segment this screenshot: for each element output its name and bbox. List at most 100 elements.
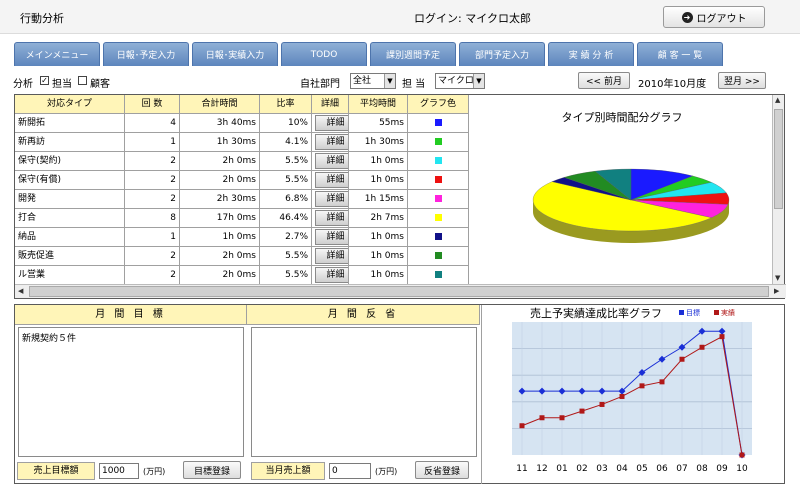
col-color: グラフ色 — [408, 95, 469, 114]
detail-cell: 詳細 — [312, 247, 349, 266]
table-row: 納品 1 1h 0ms 2.7% 詳細 1h 0ms — [15, 228, 469, 247]
tab-weekly-plan[interactable]: 課別週間予定 — [370, 42, 456, 66]
cell-total: 2h 0ms — [180, 171, 260, 190]
table-row: ル営業 2 2h 0ms 5.5% 詳細 1h 0ms — [15, 266, 469, 285]
arrow-right-icon: ➜ — [681, 11, 693, 23]
horizontal-scrollbar[interactable]: ◀ ▶ — [15, 284, 786, 298]
graph-color-cell — [408, 247, 469, 266]
chevron-down-icon: ▼ — [473, 74, 484, 88]
tanto-label: 担当 — [52, 79, 72, 90]
cell-total: 1h 0ms — [180, 228, 260, 247]
color-swatch — [434, 157, 442, 164]
cell-count: 1 — [125, 228, 180, 247]
tab-customer-list[interactable]: 顧 客 一 覧 — [637, 42, 723, 66]
scroll-thumb-h[interactable] — [29, 286, 769, 297]
detail-cell: 詳細 — [312, 266, 349, 285]
cell-avg: 1h 0ms — [349, 266, 408, 285]
legend-marker — [714, 310, 719, 315]
cell-type: 納品 — [15, 228, 125, 247]
scroll-left-icon[interactable]: ◀ — [18, 287, 23, 295]
tab-daily-result[interactable]: 日報･実績入力 — [192, 42, 278, 66]
color-swatch — [434, 138, 442, 145]
monthly-reflection-textarea[interactable] — [251, 327, 477, 457]
cell-avg: 1h 0ms — [349, 228, 408, 247]
detail-button[interactable]: 詳細 — [315, 172, 348, 188]
logout-button[interactable]: ➜ ログアウト — [663, 6, 765, 28]
scroll-thumb[interactable] — [774, 109, 783, 209]
series-point — [659, 379, 665, 385]
cell-count: 4 — [125, 114, 180, 133]
cell-ratio: 2.7% — [260, 228, 312, 247]
cell-avg: 1h 0ms — [349, 152, 408, 171]
table-row: 保守(有償) 2 2h 0ms 5.5% 詳細 1h 0ms — [15, 171, 469, 190]
cell-avg: 1h 30ms — [349, 133, 408, 152]
tab-daily-plan[interactable]: 日報･予定入力 — [103, 42, 189, 66]
legend-label: 実績 — [721, 308, 735, 317]
cell-count: 2 — [125, 152, 180, 171]
detail-cell: 詳細 — [312, 209, 349, 228]
monthly-sales-input[interactable]: 0 — [329, 463, 371, 479]
tab-dept-plan[interactable]: 部門予定入力 — [459, 42, 545, 66]
graph-color-cell — [408, 209, 469, 228]
graph-color-cell — [408, 228, 469, 247]
cell-ratio: 5.5% — [260, 247, 312, 266]
detail-button[interactable]: 詳細 — [315, 229, 348, 245]
cell-type: 保守(契約) — [15, 152, 125, 171]
department-select[interactable]: 全社 ▼ — [350, 73, 396, 89]
x-tick-label: 10 — [736, 464, 748, 474]
sales-target-input[interactable]: 1000 — [99, 463, 139, 479]
detail-button[interactable]: 詳細 — [315, 210, 348, 226]
register-goal-button[interactable]: 目標登録 — [183, 461, 241, 479]
tab-main-menu[interactable]: メインメニュー — [14, 42, 100, 66]
series-point — [719, 334, 725, 340]
next-month-button[interactable]: 翌月 >> — [718, 72, 766, 89]
detail-button[interactable]: 詳細 — [315, 153, 348, 169]
scroll-right-icon[interactable]: ▶ — [774, 287, 779, 295]
cell-count: 8 — [125, 209, 180, 228]
person-select[interactable]: マイクロ ▼ — [435, 73, 485, 89]
cell-total: 2h 0ms — [180, 152, 260, 171]
detail-button[interactable]: 詳細 — [315, 248, 348, 264]
register-reflection-button[interactable]: 反省登録 — [415, 461, 469, 479]
customer-checkbox[interactable] — [78, 76, 87, 85]
tab-result-analysis[interactable]: 実 績 分 析 — [548, 42, 634, 66]
sales-target-unit: (万円) — [143, 467, 166, 476]
legend-marker — [679, 310, 684, 315]
table-row: 開発 2 2h 30ms 6.8% 詳細 1h 15ms — [15, 190, 469, 209]
detail-button[interactable]: 詳細 — [315, 191, 348, 207]
monthly-sales-unit: (万円) — [375, 467, 398, 476]
col-detail: 詳細 — [312, 95, 349, 114]
scroll-up-icon[interactable]: ▲ — [775, 96, 780, 104]
monthly-goal-header: 月 間 目 標 — [15, 305, 247, 325]
color-swatch — [434, 271, 442, 278]
detail-button[interactable]: 詳細 — [315, 267, 348, 283]
cell-total: 2h 30ms — [180, 190, 260, 209]
series-point — [639, 383, 645, 389]
cell-ratio: 4.1% — [260, 133, 312, 152]
prev-month-button[interactable]: << 前月 — [578, 72, 630, 89]
tanto-checkbox[interactable]: ✓ — [40, 76, 49, 85]
detail-cell: 詳細 — [312, 190, 349, 209]
cell-ratio: 5.5% — [260, 152, 312, 171]
graph-color-cell — [408, 114, 469, 133]
table-header: 対応タイプ 回 数 合計時間 比率 詳細 平均時間 グラフ色 — [15, 95, 469, 114]
table-row: 新開拓 4 3h 40ms 10% 詳細 55ms — [15, 114, 469, 133]
cell-avg: 1h 15ms — [349, 190, 408, 209]
detail-button[interactable]: 詳細 — [315, 134, 348, 150]
person-value: マイクロ — [438, 76, 474, 86]
monthly-reflection-header: 月 間 反 省 — [247, 305, 480, 325]
scroll-down-icon[interactable]: ▼ — [775, 274, 780, 282]
table-row: 打合 8 17h 0ms 46.4% 詳細 2h 7ms — [15, 209, 469, 228]
detail-button[interactable]: 詳細 — [315, 115, 348, 131]
vertical-scrollbar[interactable]: ▲ ▼ — [772, 95, 784, 285]
sales-target-label: 売上目標額 — [17, 462, 95, 480]
series-point — [739, 452, 745, 458]
col-total: 合計時間 — [180, 95, 260, 114]
login-user: ログイン: マイクロ太郎 — [414, 12, 531, 25]
tab-todo[interactable]: TODO — [281, 42, 367, 66]
monthly-goal-textarea[interactable]: 新規契約５件 — [18, 327, 244, 457]
customer-label: 顧客 — [90, 79, 110, 90]
x-tick-label: 05 — [636, 464, 647, 474]
detail-cell: 詳細 — [312, 171, 349, 190]
chart-title: 売上予実績達成比率グラフ — [530, 306, 662, 320]
